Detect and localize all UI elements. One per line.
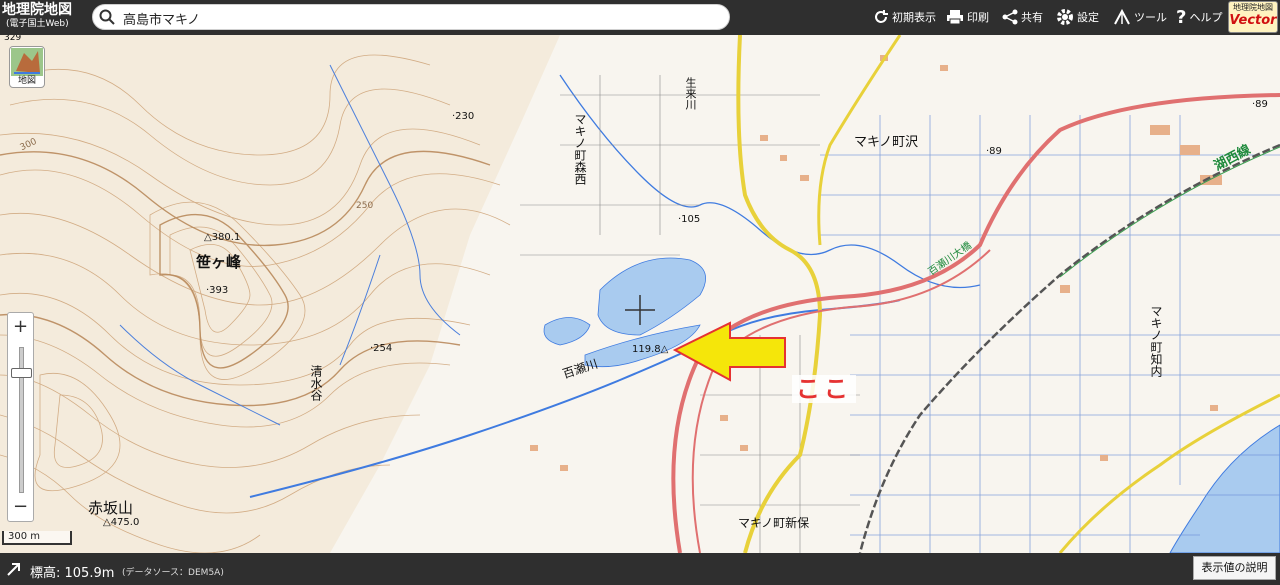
vector-map-button[interactable]: 地理院地図 Vector bbox=[1228, 1, 1278, 33]
logo-subtitle: (電子国土Web) bbox=[6, 19, 69, 29]
tools-icon bbox=[1114, 9, 1130, 25]
elevation-readout: 標高: 105.9m bbox=[30, 566, 115, 581]
label-akasakayama: 赤坂山 bbox=[88, 499, 134, 517]
zoom-out-button[interactable]: − bbox=[8, 495, 33, 519]
label-pt-475: △475.0 bbox=[103, 517, 140, 528]
print-button[interactable]: 印刷 bbox=[946, 6, 989, 28]
search-box bbox=[92, 4, 730, 30]
reset-icon bbox=[875, 10, 888, 23]
search-input[interactable] bbox=[121, 8, 715, 28]
layer-label: 地図 bbox=[17, 76, 36, 86]
label-ikikugawa: 生来川 bbox=[684, 77, 697, 110]
print-label: 印刷 bbox=[967, 11, 989, 24]
label-pt-250: 250 bbox=[356, 201, 374, 211]
explain-values-button[interactable]: 表示値の説明 bbox=[1193, 556, 1276, 580]
topographic-map bbox=[0, 35, 1280, 553]
share-label: 共有 bbox=[1021, 11, 1043, 24]
expand-arrow-icon[interactable] bbox=[6, 561, 22, 577]
zoom-in-button[interactable]: + bbox=[8, 315, 33, 339]
elevation-source: (データソース：DEM5A) bbox=[122, 568, 224, 578]
scale-bar: 300 m bbox=[2, 531, 72, 545]
help-label: ヘルプ bbox=[1189, 11, 1223, 24]
label-pt-380: △380.1 bbox=[204, 232, 241, 243]
top-toolbar: 地理院地図 (電子国土Web) 初期表示 印刷 共有 設定 ツール ? ヘルプ … bbox=[0, 0, 1280, 35]
share-icon bbox=[1002, 9, 1018, 25]
layer-select-button[interactable]: 地図 bbox=[9, 46, 45, 88]
label-pt-89b: ·89 bbox=[1252, 99, 1268, 110]
label-makino-chinai: マキノ町知内 bbox=[1149, 305, 1163, 377]
label-makino-sawa: マキノ町沢 bbox=[854, 135, 919, 150]
help-button[interactable]: ? ヘルプ bbox=[1176, 6, 1222, 28]
tools-label: ツール bbox=[1134, 11, 1167, 24]
label-makino-morinishi: マキノ町森西 bbox=[573, 113, 587, 185]
map-view[interactable]: 笹ヶ峰 △380.1 ·393 ·254 ·230 ·105 ·89 ·89 1… bbox=[0, 35, 1280, 553]
search-icon[interactable] bbox=[99, 9, 115, 25]
label-pt-89a: ·89 bbox=[986, 146, 1002, 157]
vector-badge-label: Vector bbox=[1229, 13, 1277, 28]
share-button[interactable]: 共有 bbox=[1002, 6, 1043, 28]
app-logo[interactable]: 地理院地図 (電子国土Web) bbox=[2, 2, 88, 34]
label-pt-329: 329 bbox=[4, 35, 22, 43]
label-pt-393: ·393 bbox=[206, 285, 229, 296]
tools-button[interactable]: ツール bbox=[1113, 6, 1167, 28]
settings-button[interactable]: 設定 bbox=[1056, 6, 1099, 28]
label-makino-shinpo: マキノ町新保 bbox=[738, 516, 810, 530]
gear-icon bbox=[1057, 9, 1073, 25]
annotation-koko: ここ bbox=[792, 375, 856, 403]
zoom-slider-handle[interactable] bbox=[11, 368, 32, 378]
status-bar: 標高: 105.9m (データソース：DEM5A) 表示値の説明 bbox=[0, 553, 1280, 585]
label-pt-105: ·105 bbox=[678, 214, 701, 225]
reset-label: 初期表示 bbox=[892, 11, 936, 24]
label-pt-1198: 119.8△ bbox=[632, 344, 669, 355]
label-pt-254: ·254 bbox=[370, 343, 393, 354]
settings-label: 設定 bbox=[1077, 11, 1099, 24]
label-sasagamine: 笹ヶ峰 bbox=[196, 253, 242, 271]
logo-title: 地理院地図 bbox=[2, 2, 72, 18]
help-icon: ? bbox=[1176, 6, 1187, 28]
reset-view-button[interactable]: 初期表示 bbox=[873, 6, 936, 28]
label-pt-230: ·230 bbox=[452, 111, 475, 122]
vector-badge-top: 地理院地図 bbox=[1233, 3, 1273, 12]
zoom-control: + − bbox=[7, 312, 34, 522]
printer-icon bbox=[947, 10, 963, 25]
label-shimizudani: 清水谷 bbox=[309, 365, 323, 401]
